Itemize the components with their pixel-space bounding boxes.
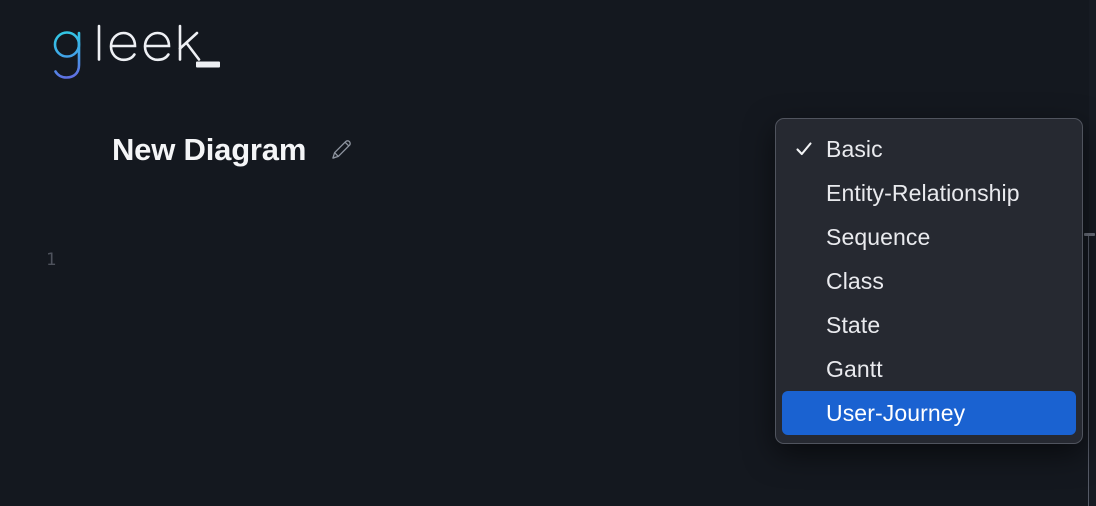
gleek-logo[interactable] (50, 20, 230, 82)
diagram-title-row: New Diagram (112, 131, 354, 169)
menu-item-class[interactable]: Class (782, 259, 1076, 303)
menu-item-entity-relationship[interactable]: Entity-Relationship (782, 171, 1076, 215)
editor-gutter: 1 (0, 238, 74, 506)
resize-grip-icon[interactable] (1084, 233, 1095, 236)
menu-item-label: Gantt (826, 356, 883, 382)
menu-item-user-journey[interactable]: User-Journey (782, 391, 1076, 435)
menu-item-label: Entity-Relationship (826, 180, 1020, 206)
menu-item-label: Basic (826, 136, 883, 162)
app-root: New Diagram 1 Basic Entity-Relationship … (0, 0, 1096, 506)
line-number: 1 (46, 250, 57, 270)
page-title: New Diagram (112, 132, 307, 167)
pane-divider[interactable] (1088, 233, 1089, 506)
check-icon (794, 139, 826, 159)
menu-item-label: State (826, 312, 881, 338)
menu-item-gantt[interactable]: Gantt (782, 347, 1076, 391)
menu-item-sequence[interactable]: Sequence (782, 215, 1076, 259)
pencil-icon[interactable] (328, 137, 354, 163)
menu-item-label: Class (826, 268, 885, 294)
menu-item-state[interactable]: State (782, 303, 1076, 347)
diagram-type-select-popup[interactable]: Basic Entity-Relationship Sequence Class… (775, 118, 1083, 444)
menu-item-basic[interactable]: Basic (782, 127, 1076, 171)
menu-item-label: User-Journey (826, 400, 966, 426)
menu-item-label: Sequence (826, 224, 931, 250)
preview-pane (1089, 0, 1096, 506)
